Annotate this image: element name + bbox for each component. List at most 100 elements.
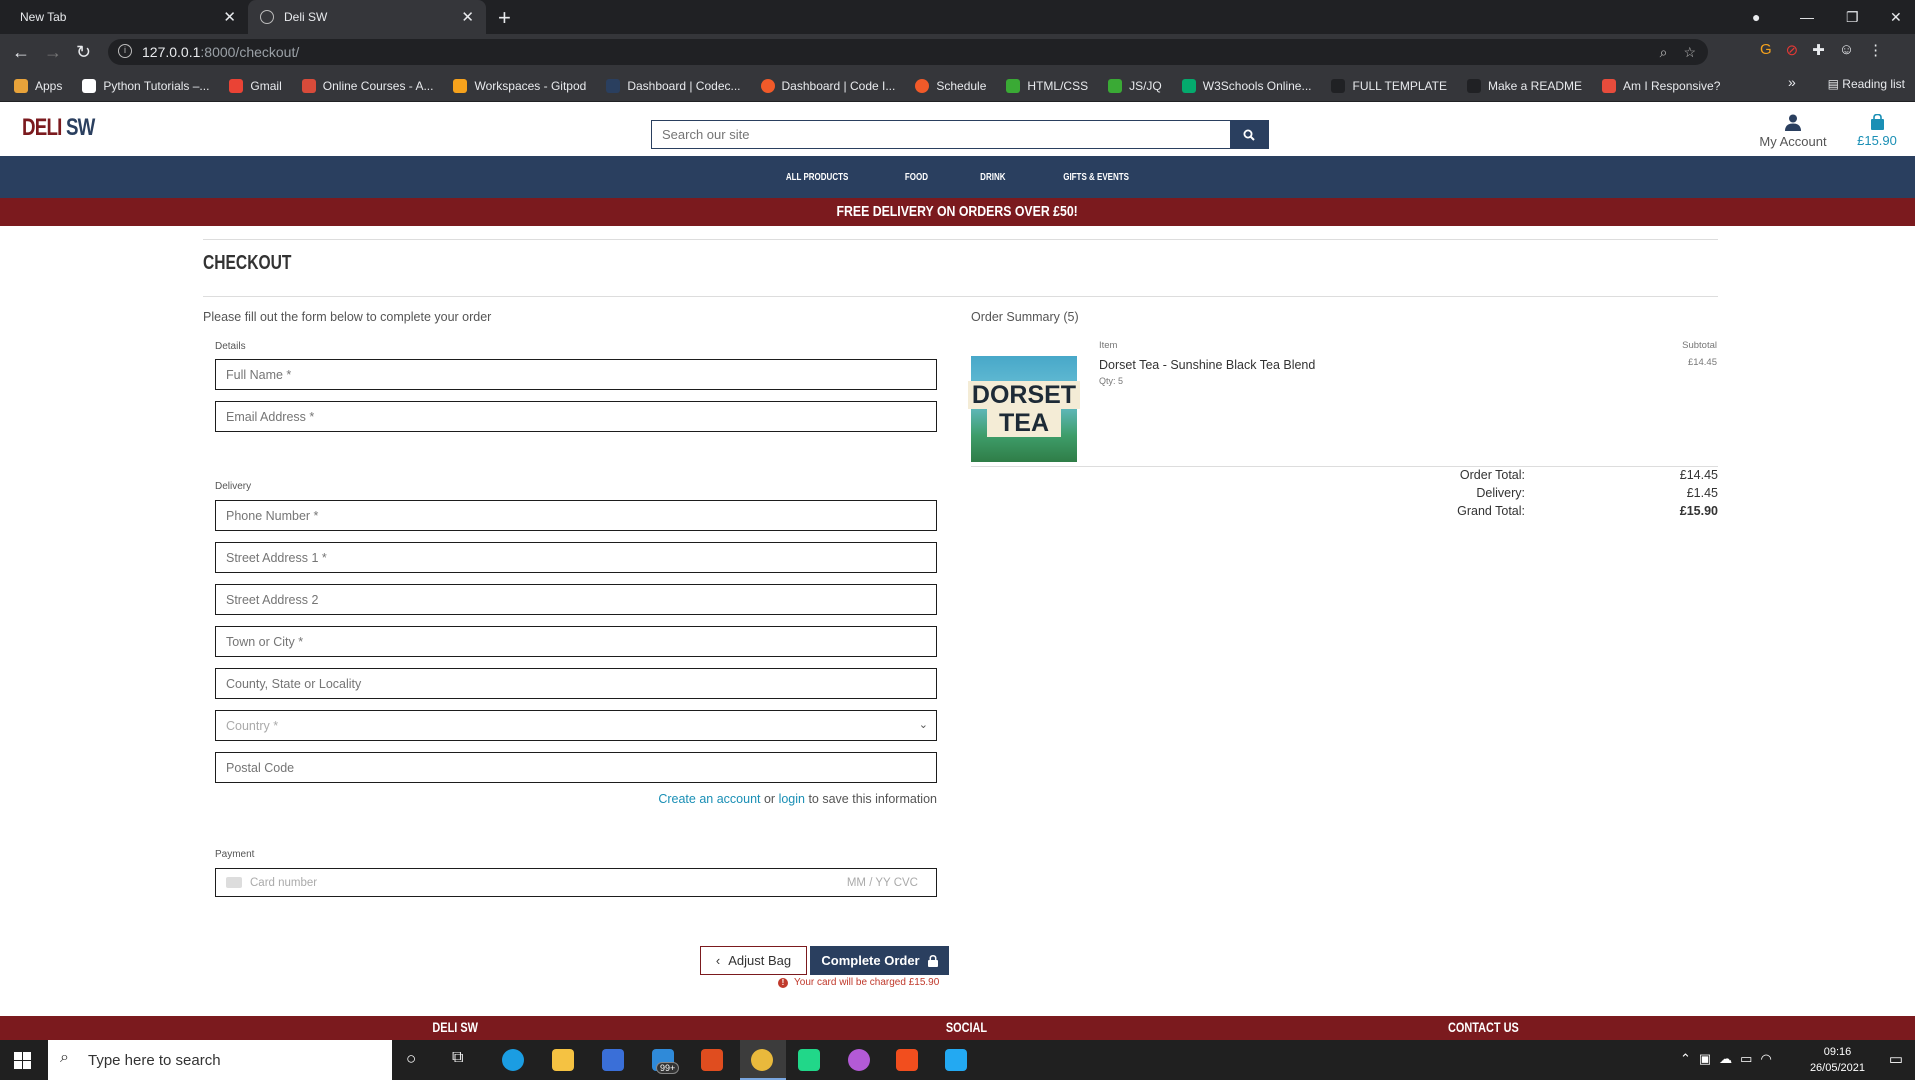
close-tab-icon[interactable]: ✕	[223, 8, 236, 26]
email-input[interactable]	[226, 409, 936, 424]
login-link[interactable]: login	[779, 792, 805, 806]
save-info-text: Create an account or login to save this …	[658, 792, 937, 806]
file-explorer-icon[interactable]	[552, 1049, 574, 1071]
js-jq-icon	[1108, 78, 1123, 93]
windows-taskbar: ⌕ Type here to search ○ ⧉ 99+ ⌃▣☁▭◠ 09:1…	[0, 1040, 1915, 1080]
avatar[interactable]: ☺	[1839, 41, 1854, 59]
notifications-icon[interactable]: ▭	[1889, 1050, 1903, 1068]
bookmark-item[interactable]: Workspaces - Gitpod	[453, 78, 586, 93]
minimize-icon[interactable]: —	[1800, 0, 1814, 34]
tab-deli-sw[interactable]: Deli SW ✕	[248, 0, 486, 34]
complete-order-button[interactable]: Complete Order	[810, 946, 949, 975]
figma-icon[interactable]	[896, 1049, 918, 1071]
site-logo[interactable]: DELI SW	[22, 114, 95, 142]
shopping-bag-link[interactable]: £15.90	[1852, 113, 1902, 148]
bookmark-item[interactable]: Dashboard | Code I...	[760, 78, 895, 93]
email-field[interactable]	[215, 401, 937, 432]
site-header: DELI SW My Account £15.90	[0, 102, 1915, 156]
vscode-icon[interactable]	[945, 1049, 967, 1071]
taskbar-search[interactable]: ⌕ Type here to search	[48, 1040, 392, 1080]
bookmark-item[interactable]: W3Schools Online...	[1181, 78, 1311, 93]
bookmark-item[interactable]: Online Courses - A...	[301, 78, 433, 93]
taskbar-clock[interactable]: 09:16 26/05/2021	[1810, 1044, 1865, 1076]
card-element[interactable]: Card number MM / YY CVC	[215, 868, 937, 897]
adjust-bag-button[interactable]: ‹ Adjust Bag	[700, 946, 807, 975]
street-address-1-field[interactable]	[215, 542, 937, 573]
item-subtotal: £14.45	[1687, 357, 1717, 368]
extension-gitpod-icon[interactable]: G	[1760, 41, 1772, 59]
payment-legend: Payment	[215, 849, 255, 860]
office-icon[interactable]	[701, 1049, 723, 1071]
my-account-link[interactable]: My Account	[1748, 114, 1838, 149]
menu-kebab-icon[interactable]: ⋮	[1868, 41, 1883, 59]
task-view-icon[interactable]: ⧉	[452, 1049, 463, 1067]
street-address-1-input[interactable]	[226, 550, 936, 565]
close-window-icon[interactable]: ✕	[1890, 0, 1902, 34]
checkout-intro: Please fill out the form below to comple…	[203, 310, 492, 324]
reload-icon[interactable]: ↻	[76, 42, 91, 63]
reading-list-button[interactable]: ▤ Reading list	[1828, 77, 1905, 91]
tab-new-tab[interactable]: New Tab ✕	[8, 0, 248, 34]
county-field[interactable]	[215, 668, 937, 699]
store-icon[interactable]	[602, 1049, 624, 1071]
search-input[interactable]	[652, 121, 1230, 148]
bookmark-item[interactable]: HTML/CSS	[1006, 78, 1088, 93]
back-icon[interactable]: ←	[12, 42, 30, 63]
profile-icon[interactable]: ●	[1752, 0, 1760, 34]
paint-drop-icon[interactable]	[848, 1049, 870, 1071]
info-icon[interactable]: i	[118, 44, 132, 58]
search-button[interactable]	[1230, 121, 1268, 148]
phone-field[interactable]	[215, 500, 937, 531]
bookmark-item[interactable]: FULL TEMPLATE	[1331, 78, 1447, 93]
cortana-icon[interactable]: ○	[406, 1049, 416, 1069]
product-image[interactable]: DORSET TEA	[967, 356, 1081, 462]
postcode-field[interactable]	[215, 752, 937, 783]
nav-all-products[interactable]: All Products	[786, 172, 849, 183]
street-address-2-field[interactable]	[215, 584, 937, 615]
pycharm-icon[interactable]	[798, 1049, 820, 1071]
zoom-icon[interactable]: ⌕	[1660, 44, 1668, 61]
town-input[interactable]	[226, 634, 936, 649]
create-account-link[interactable]: Create an account	[658, 792, 760, 806]
postcode-input[interactable]	[226, 760, 936, 775]
mail-badge: 99+	[656, 1062, 680, 1074]
bookmarks-bar: Apps Python Tutorials –... Gmail Online …	[0, 70, 1915, 102]
github-icon	[1466, 78, 1481, 93]
schedule-icon	[915, 78, 930, 93]
bookmark-item[interactable]: JS/JQ	[1108, 78, 1162, 93]
bookmark-item[interactable]: Dashboard | Codec...	[606, 78, 741, 93]
system-tray-icons[interactable]: ⌃▣☁▭◠	[1680, 1051, 1780, 1067]
phone-input[interactable]	[226, 508, 936, 523]
bookmark-item[interactable]: Make a README	[1466, 78, 1582, 93]
edge-icon[interactable]	[502, 1049, 524, 1071]
bookmark-item[interactable]: Am I Responsive?	[1602, 78, 1720, 93]
globe-icon	[260, 10, 274, 24]
full-name-field[interactable]	[215, 359, 937, 390]
new-tab-icon[interactable]: +	[498, 5, 511, 31]
bookmark-star-icon[interactable]: ☆	[1683, 44, 1696, 61]
order-summary-title: Order Summary (5)	[971, 310, 1079, 324]
tab-title: New Tab	[20, 10, 67, 24]
url-field[interactable]: i 127.0.0.1:8000/checkout/ ⌕ ☆	[108, 39, 1708, 65]
nav-food[interactable]: Food	[905, 172, 928, 183]
nav-gifts-events[interactable]: Gifts & Events	[1063, 172, 1129, 183]
chrome-icon	[751, 1049, 773, 1071]
extensions-puzzle-icon[interactable]: ✚	[1812, 41, 1825, 59]
full-name-input[interactable]	[226, 367, 936, 382]
forward-icon[interactable]: →	[44, 42, 62, 63]
street-address-2-input[interactable]	[226, 592, 936, 607]
county-input[interactable]	[226, 676, 936, 691]
divider	[203, 239, 1718, 240]
windows-start-icon[interactable]	[14, 1052, 31, 1069]
bookmark-item[interactable]: Apps	[14, 78, 62, 93]
town-field[interactable]	[215, 626, 937, 657]
restore-icon[interactable]: ❐	[1846, 0, 1859, 34]
close-tab-icon[interactable]: ✕	[461, 8, 474, 26]
nav-drink[interactable]: Drink	[980, 172, 1005, 183]
bookmark-item[interactable]: Gmail	[229, 78, 282, 93]
bookmark-item[interactable]: Schedule	[915, 78, 986, 93]
bookmarks-more-icon[interactable]: »	[1788, 74, 1796, 90]
bookmark-item[interactable]: Python Tutorials –...	[82, 78, 209, 93]
extension-block-icon[interactable]: ⊘	[1786, 41, 1799, 59]
country-select[interactable]: Country * ⌄	[215, 710, 937, 741]
